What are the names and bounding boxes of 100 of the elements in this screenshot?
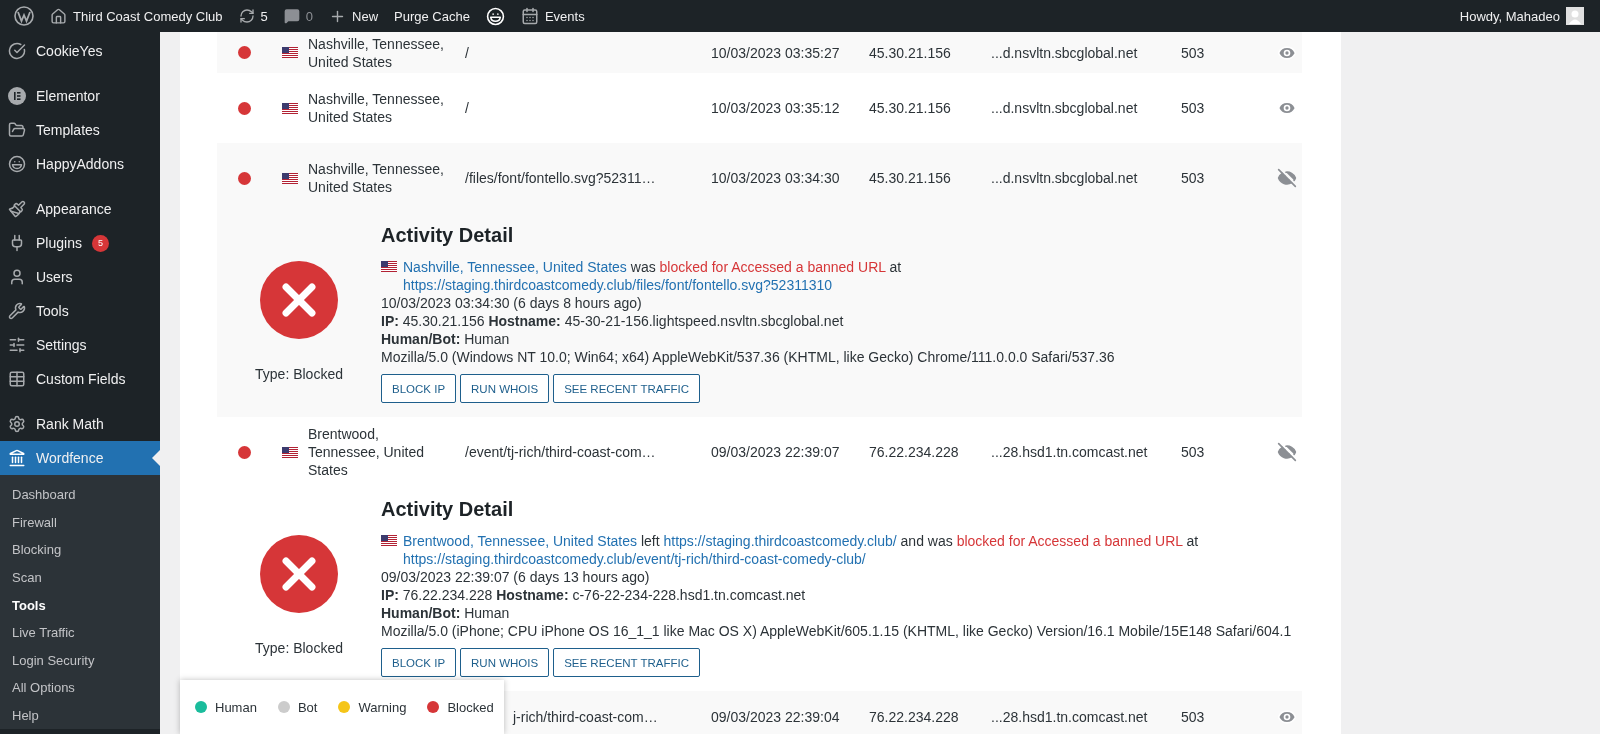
link[interactable]: Brentwood, Tennessee, United States <box>403 533 637 549</box>
menu-item[interactable]: Appearance <box>0 192 160 226</box>
submenu-item[interactable]: Firewall <box>0 508 160 537</box>
hostname-cell-text: ...d.nsvltn.sbcglobal.net <box>991 99 1139 117</box>
ip-hostname-text: IP: 45.30.21.156 Hostname: 45-30-21-156.lightspeed.nsvltn.sbcglobal.net <box>381 312 845 330</box>
us-flag-icon <box>282 102 298 114</box>
action-button[interactable]: BLOCK IP <box>381 374 457 403</box>
menu-item[interactable]: CookieYes <box>0 34 160 68</box>
logo-icon[interactable] <box>14 6 34 26</box>
us-flag-icon <box>381 535 397 546</box>
user-agent-text: Mozilla/5.0 (Windows NT 10.0; Win64; x64) AppleWebKit/537.36 (KHTML, like Gecko) Chrome/111.0.0.0 Safari/537.36 <box>381 348 1116 366</box>
eye-slash-icon[interactable] <box>1277 168 1297 188</box>
timestamp-text: 09/03/2023 22:39:07 (6 days 13 hours ago) <box>381 568 651 586</box>
time-cell-text: 09/03/2023 22:39:07 <box>711 443 841 461</box>
ip-cell-text: 76.22.234.228 <box>869 443 960 461</box>
home-icon <box>50 7 67 25</box>
site-name-link[interactable]: Third Coast Comedy Club <box>73 8 223 24</box>
status-code-cell-text: 503 <box>1181 99 1206 117</box>
us-flag-icon <box>282 47 298 58</box>
updates-count[interactable]: 5 <box>260 8 268 24</box>
ip-cell-text: 45.30.21.156 <box>869 99 952 117</box>
submenu-item[interactable]: Tools <box>0 591 160 619</box>
time-cell-text: 10/03/2023 03:34:30 <box>711 169 841 187</box>
menu-item[interactable]: Plugins 5 <box>0 226 160 260</box>
smiley-icon[interactable] <box>485 6 505 26</box>
detail-title: Activity Detail <box>381 497 515 522</box>
location-cell-text: Brentwood, Tennessee, United States <box>308 425 425 479</box>
location-cell-text: Nashville, Tennessee, United States <box>308 34 445 71</box>
status-code-cell-text: 503 <box>1181 443 1206 461</box>
link[interactable]: https://staging.thirdcoastcomedy.club/ <box>663 533 897 549</box>
ip-cell-text: 76.22.234.228 <box>869 708 960 726</box>
legend-label: Bot <box>297 699 318 715</box>
human-bot-text: Human/Bot: Human <box>381 604 511 622</box>
menu-item[interactable]: Elementor <box>0 79 160 113</box>
url-cell-text: j-rich/third-coast-com… <box>511 708 659 726</box>
legend-label: Blocked <box>447 699 494 715</box>
type-label: Type: Blocked <box>255 365 343 383</box>
comments-count[interactable]: 0 <box>305 8 314 24</box>
submenu-item[interactable]: Login Security <box>0 646 160 675</box>
submenu-item[interactable]: All Options <box>0 674 160 702</box>
menu-item[interactable]: Users <box>0 260 160 294</box>
user-agent-text: Mozilla/5.0 (iPhone; CPU iPhone OS 16_1_1 like Mac OS X) AppleWebKit/605.1.15 (KHTML, like Gecko) Version/16.1 Mobile/15E148 Safari/604.1 <box>381 622 1293 640</box>
location-cell-text: Nashville, Tennessee, United States <box>308 160 445 196</box>
url-cell-text: /files/font/fontello.svg?52311… <box>465 169 657 187</box>
submenu-item[interactable]: Live Traffic <box>0 618 160 647</box>
ip-hostname-text: IP: 76.22.234.228 Hostname: c-76-22-234-228.hsd1.tn.comcast.net <box>381 586 807 604</box>
url-cell-text: / <box>465 43 470 62</box>
link[interactable]: https://staging.thirdcoastcomedy.club/event/tj-rich/third-coast-comedy-club/ <box>403 551 866 567</box>
time-cell-text: 09/03/2023 22:39:04 <box>711 708 841 726</box>
settings-icon <box>8 415 26 433</box>
comment-icon <box>283 8 300 24</box>
menu-item[interactable]: Wordfence <box>0 441 160 475</box>
type-label: Type: Blocked <box>255 639 343 657</box>
us-flag-icon <box>282 172 298 184</box>
avatar-icon <box>1566 7 1584 25</box>
human-bot-text: Human/Bot: Human <box>381 330 511 348</box>
wrench-icon <box>8 302 26 320</box>
user-icon <box>8 268 26 286</box>
events-link[interactable]: Events <box>544 8 585 24</box>
hostname-cell-text: ...28.hsd1.tn.comcast.net <box>991 708 1149 726</box>
action-button[interactable]: RUN WHOIS <box>460 648 550 677</box>
activity-message: Brentwood, Tennessee, United States left https://staging.thirdcoastcomedy.club/ and was blocked for Accessed a banned URL at https://staging.thirdcoastcomedy.club/event/tj-rich/third-coast-comedy-club/ <box>403 532 1200 568</box>
menu-item[interactable]: Custom Fields <box>0 362 160 396</box>
eye-slash-icon[interactable] <box>1277 442 1297 462</box>
new-link[interactable]: New <box>352 8 379 24</box>
url-cell-text: / <box>465 99 470 117</box>
status-code-cell-text: 503 <box>1181 708 1206 726</box>
hostname-cell-text: ...d.nsvltn.sbcglobal.net <box>991 169 1139 187</box>
submenu-item[interactable]: Blocking <box>0 536 160 564</box>
submenu-item[interactable]: Help <box>0 701 160 730</box>
status-code-cell-text: 503 <box>1181 43 1206 62</box>
folder-icon <box>8 121 26 139</box>
link[interactable]: https://staging.thirdcoastcomedy.club/files/font/fontello.svg?52311310 <box>403 277 833 293</box>
detail-title: Activity Detail <box>381 223 515 248</box>
submenu-item[interactable]: Dashboard <box>0 481 160 509</box>
activity-message: Nashville, Tennessee, United States was blocked for Accessed a banned URL at https://staging.thirdcoastcomedy.club/files/font/fontello.svg?52311310 <box>403 258 903 294</box>
menu-item[interactable]: Tools <box>0 294 160 328</box>
link[interactable]: Nashville, Tennessee, United States <box>403 259 627 275</box>
menu-item[interactable]: Settings <box>0 328 160 362</box>
building-icon <box>8 449 26 467</box>
time-cell-text: 10/03/2023 03:35:12 <box>711 99 841 117</box>
action-button[interactable]: SEE RECENT TRAFFIC <box>553 648 700 677</box>
calendar-icon <box>520 7 539 25</box>
purge-cache-link[interactable]: Purge Cache <box>394 8 470 24</box>
action-button[interactable]: BLOCK IP <box>381 648 457 677</box>
action-button[interactable]: SEE RECENT TRAFFIC <box>553 374 700 403</box>
url-cell-text: /event/tj-rich/third-coast-com… <box>465 443 657 461</box>
smiley-icon <box>8 155 26 173</box>
submenu-item[interactable]: Scan <box>0 563 160 592</box>
menu-item[interactable]: Rank Math <box>0 407 160 441</box>
elementor-icon <box>8 87 26 105</box>
menu-item[interactable]: Templates <box>0 113 160 147</box>
menu-item[interactable]: HappyAddons <box>0 147 160 181</box>
table-icon <box>8 370 26 388</box>
timestamp-text: 10/03/2023 03:34:30 (6 days 8 hours ago) <box>381 294 643 312</box>
greeting-link[interactable]: Howdy, Mahadeo <box>1459 8 1560 24</box>
action-button[interactable]: RUN WHOIS <box>460 374 550 403</box>
count-badge: 5 <box>91 234 109 252</box>
time-cell-text: 10/03/2023 03:35:27 <box>711 43 841 62</box>
hostname-cell-text: ...d.nsvltn.sbcglobal.net <box>991 43 1139 62</box>
